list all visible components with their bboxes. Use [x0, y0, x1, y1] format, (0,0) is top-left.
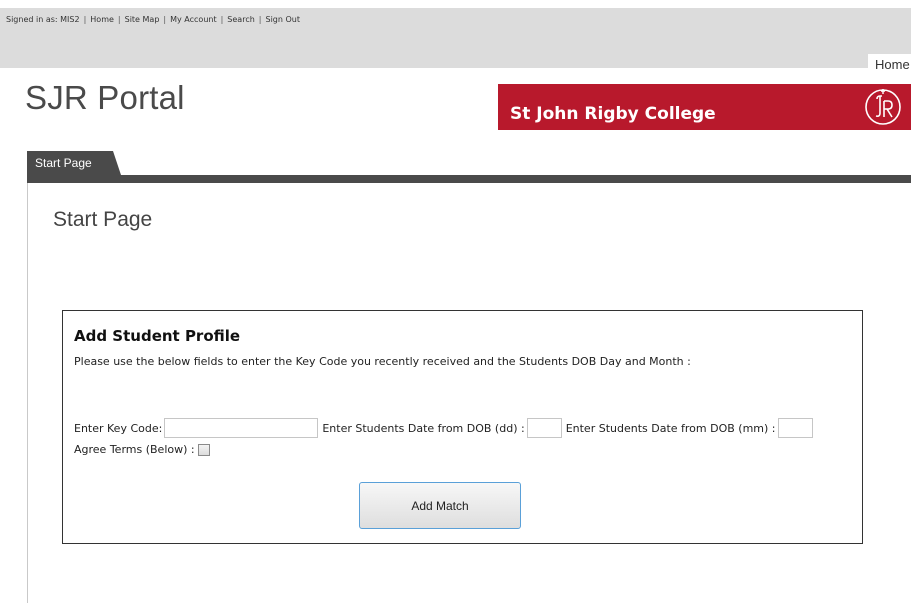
add-match-button[interactable]: Add Match [359, 482, 521, 529]
top-links: Signed in as: MIS2 | Home | Site Map | My Acco… [6, 15, 300, 24]
tab-home[interactable]: Home [868, 54, 911, 76]
dob-day-label: Enter Students Date from DOB (dd) : [322, 421, 525, 435]
form-fields-row: Enter Key Code: Enter Students Date from… [74, 417, 817, 439]
agree-terms-checkbox[interactable] [197, 443, 210, 456]
key-code-input[interactable] [164, 418, 319, 438]
college-banner: St John Rigby College [498, 84, 911, 130]
portal-title: SJR Portal [25, 79, 185, 116]
my-account-link[interactable]: My Account [170, 15, 216, 24]
sign-out-link[interactable]: Sign Out [265, 15, 300, 24]
agree-terms-label: Agree Terms (Below) : [74, 443, 195, 456]
add-student-profile-form: Add Student Profile Please use the below… [62, 310, 863, 544]
dob-month-label: Enter Students Date from DOB (mm) : [565, 421, 776, 435]
top-bar: Signed in as: MIS2 | Home | Site Map | My Acco… [0, 8, 911, 76]
key-code-label: Enter Key Code: [74, 421, 163, 435]
college-name: St John Rigby College [510, 104, 716, 124]
college-crest-icon [865, 89, 901, 125]
dob-month-input[interactable] [777, 418, 813, 438]
form-description: Please use the below fields to enter the… [74, 355, 691, 368]
form-title: Add Student Profile [74, 327, 241, 345]
tab-strip [27, 175, 911, 183]
page-title: Start Page [53, 208, 153, 231]
tab-start-page[interactable]: Start Page [27, 151, 121, 175]
agree-terms-row: Agree Terms (Below) : [74, 443, 210, 456]
search-link[interactable]: Search [227, 15, 254, 24]
dob-day-input[interactable] [526, 418, 562, 438]
home-link[interactable]: Home [90, 15, 114, 24]
signed-in-text: Signed in as: MIS2 [6, 15, 80, 24]
site-map-link[interactable]: Site Map [125, 15, 160, 24]
